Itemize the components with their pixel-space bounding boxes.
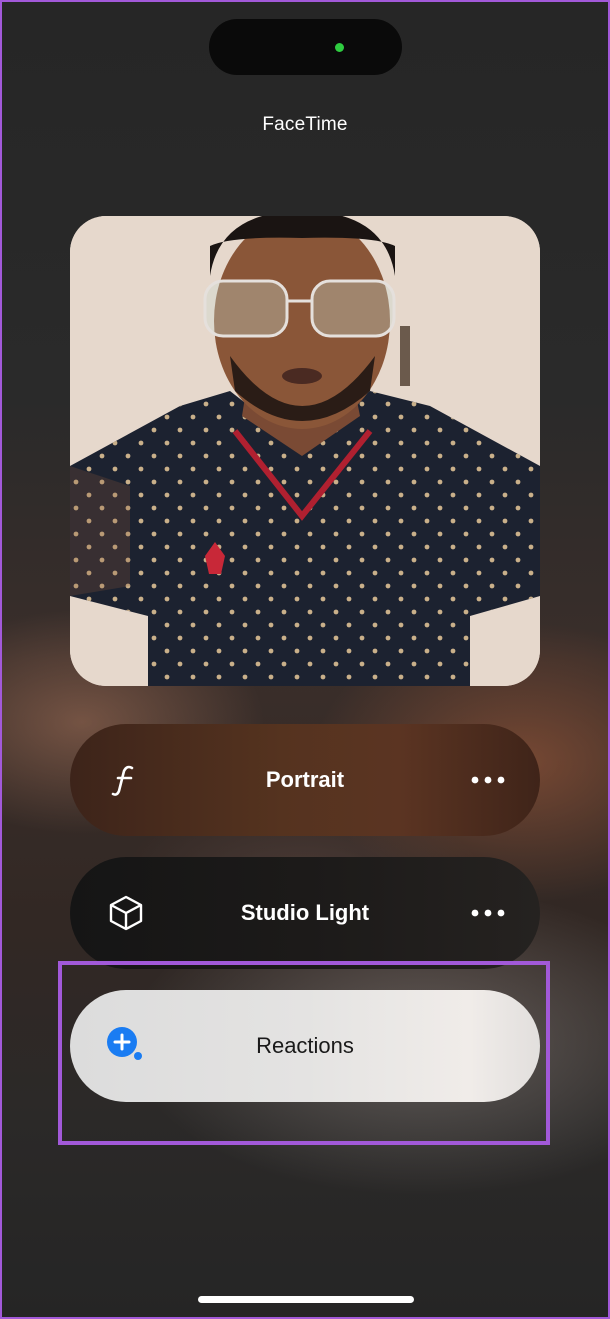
portrait-more-icon[interactable] <box>466 758 510 802</box>
camera-in-use-indicator <box>335 43 344 52</box>
portrait-label: Portrait <box>265 767 345 792</box>
studio-light-label: Studio Light <box>240 900 370 925</box>
studio-light-control[interactable]: Studio Light <box>70 857 540 969</box>
home-indicator[interactable] <box>198 1296 414 1303</box>
cube-icon <box>104 891 148 935</box>
dynamic-island <box>209 19 402 75</box>
portrait-f-icon <box>104 758 148 802</box>
camera-preview[interactable] <box>70 216 540 686</box>
highlight-box <box>58 961 550 1145</box>
app-title: FaceTime <box>262 114 348 135</box>
facetime-video-effects-screen: FaceTime Portrait Studio Light Reactions <box>0 0 610 1319</box>
studio-light-more-icon[interactable] <box>466 891 510 935</box>
camera-preview-image <box>70 216 540 686</box>
portrait-control[interactable]: Portrait <box>70 724 540 836</box>
